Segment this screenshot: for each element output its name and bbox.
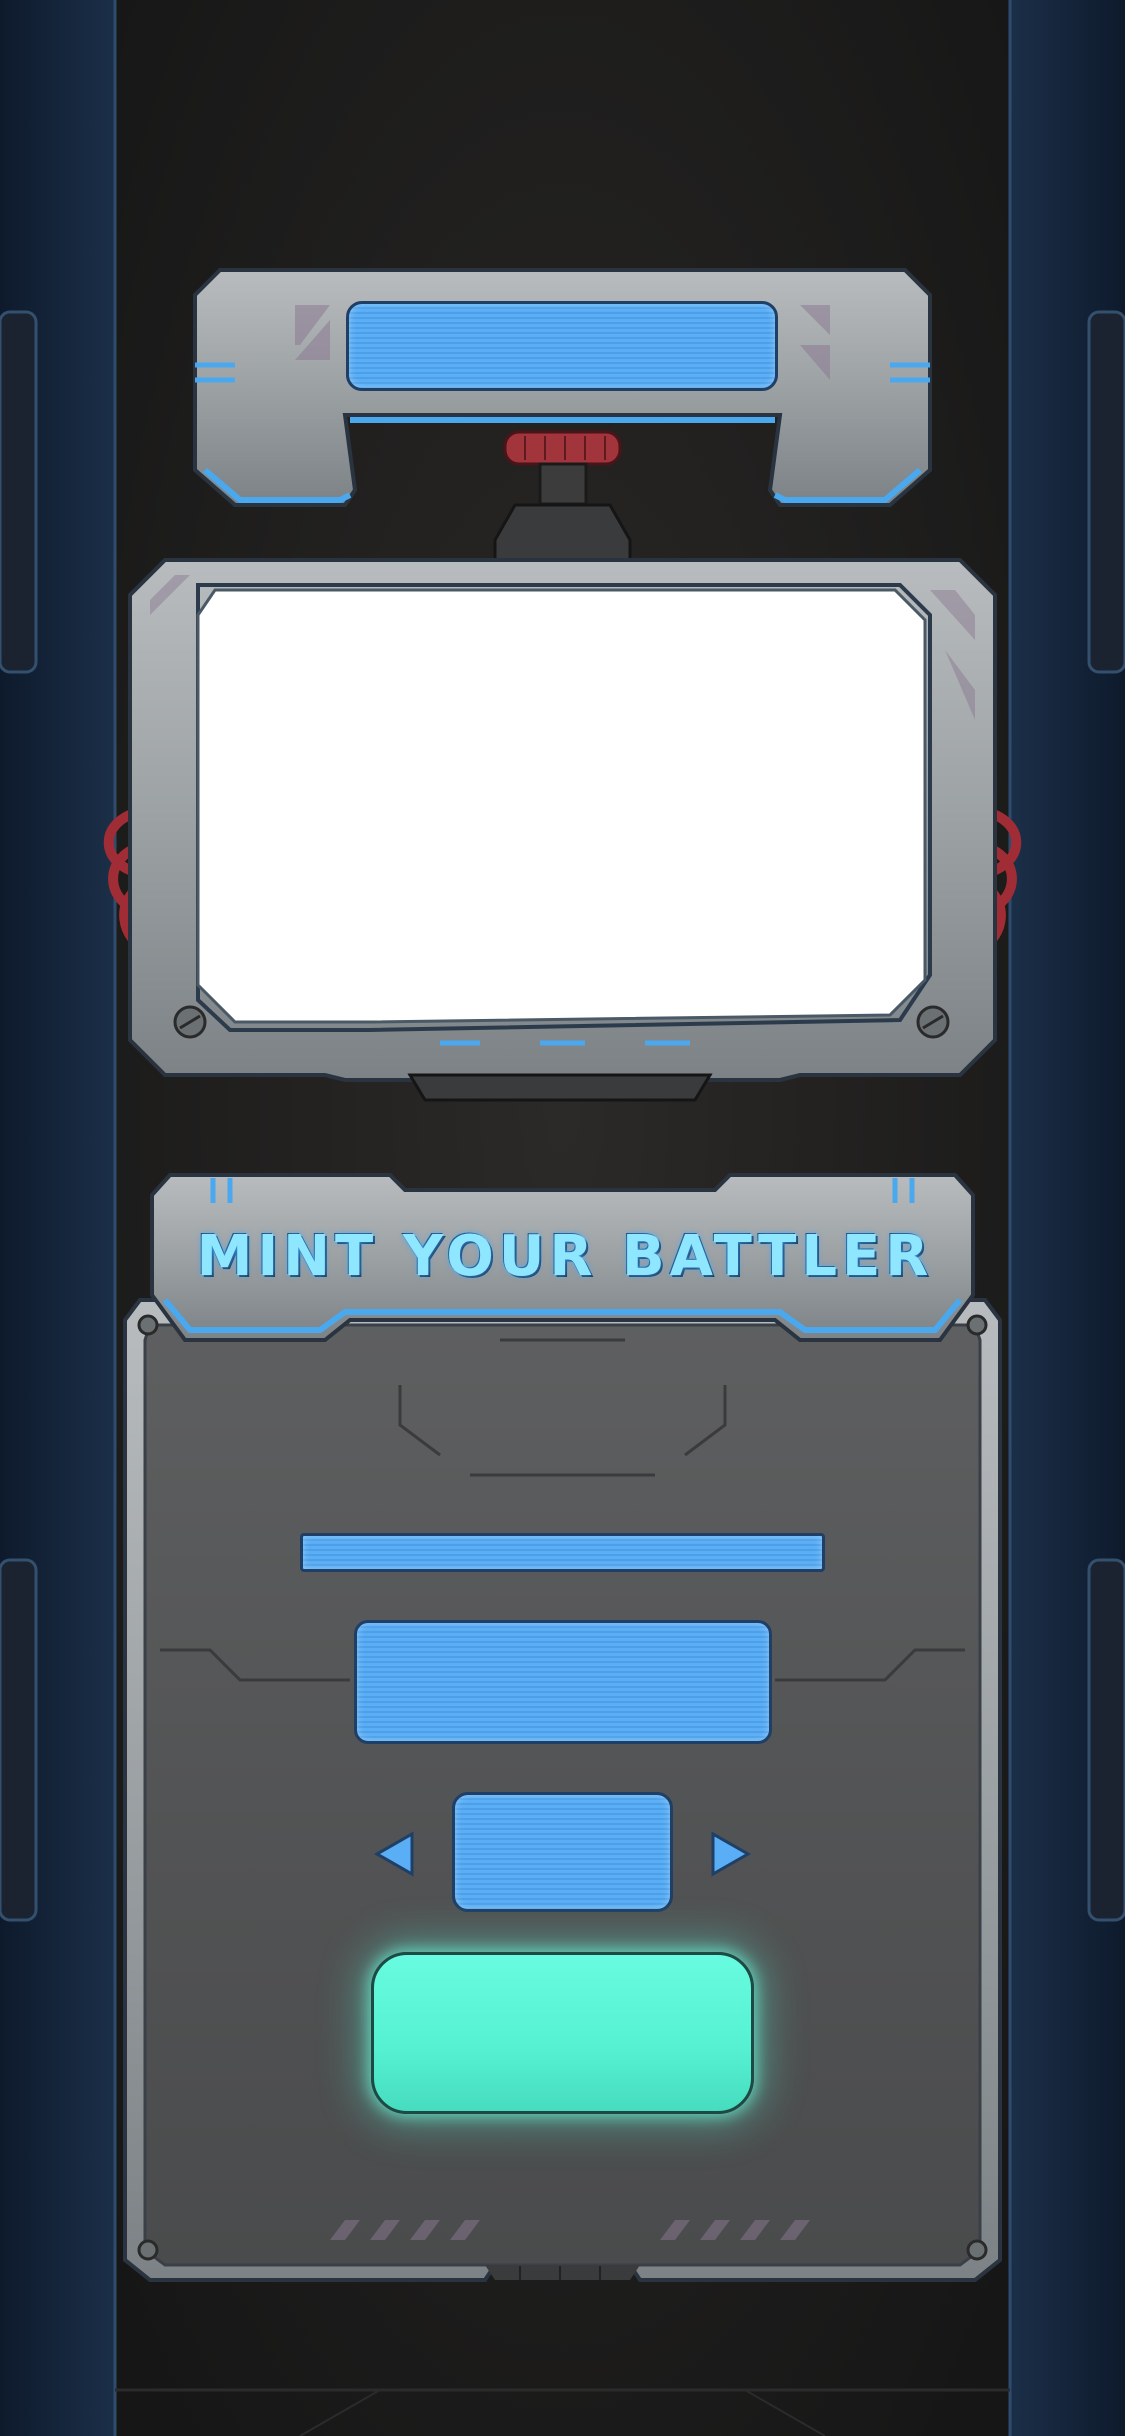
next-arrow-button[interactable] — [708, 1830, 753, 1878]
header-display-screen — [346, 301, 778, 391]
prev-arrow-button[interactable] — [372, 1830, 417, 1878]
battler-image-area — [196, 588, 927, 1024]
triangle-right-icon — [711, 1831, 752, 1877]
battler-info-display — [354, 1620, 772, 1744]
battler-name-field[interactable] — [300, 1533, 825, 1572]
mint-button[interactable] — [371, 1952, 754, 2114]
triangle-left-icon — [373, 1831, 414, 1877]
quantity-display — [452, 1792, 673, 1912]
page-title: MINT YOUR BATTLER — [196, 1224, 934, 1289]
